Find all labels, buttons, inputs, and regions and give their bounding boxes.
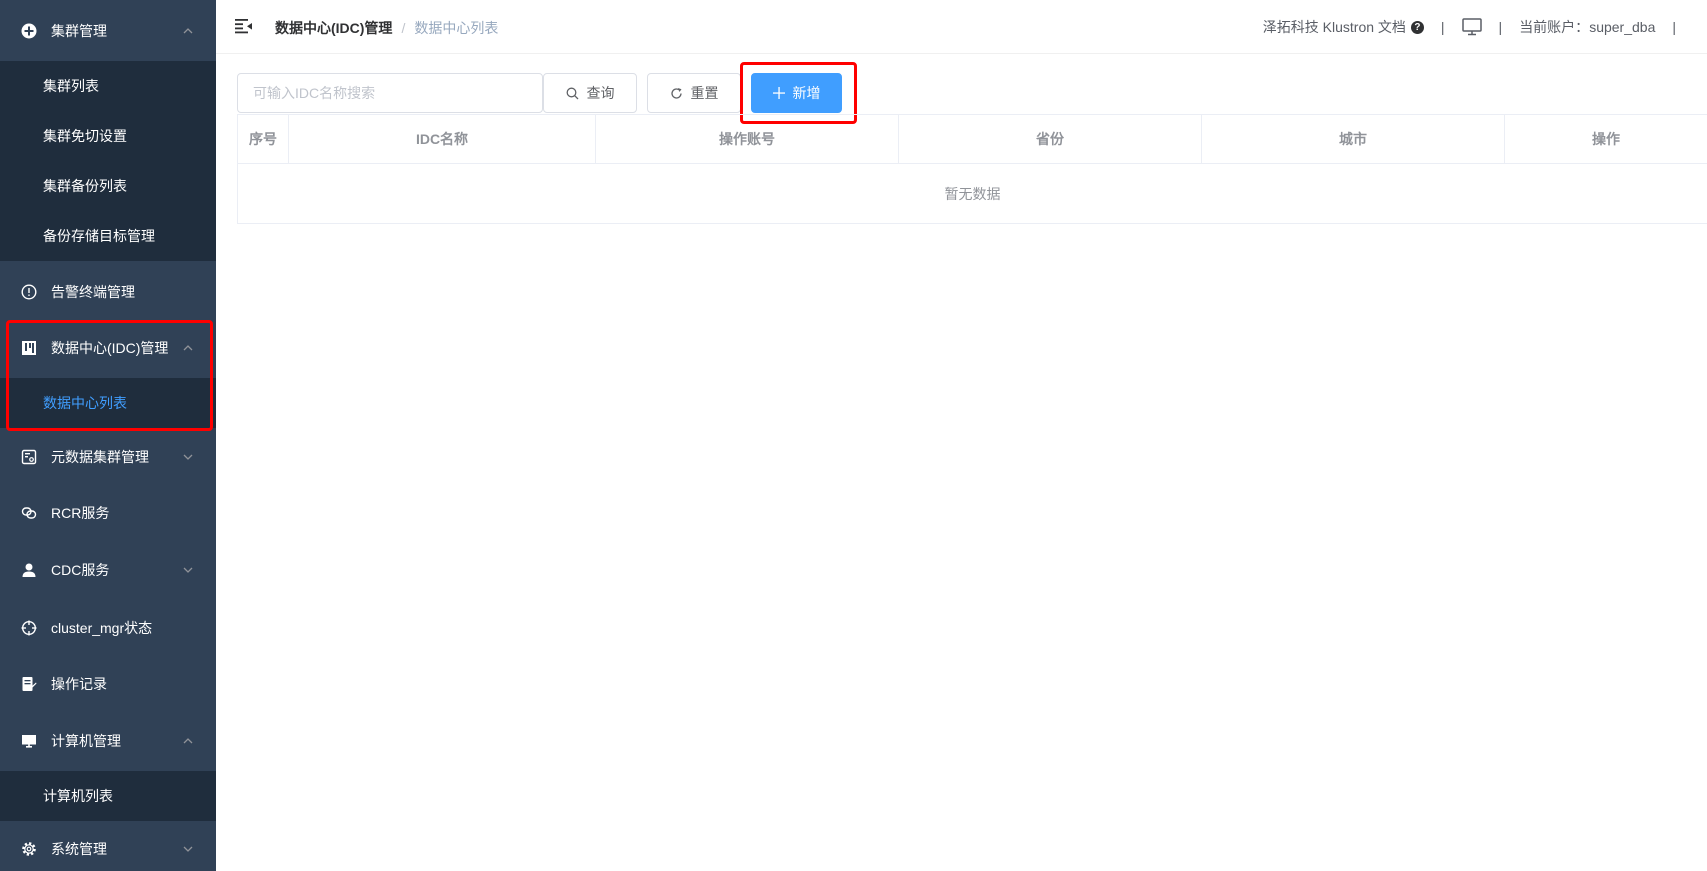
menu-label: cluster_mgr状态: [51, 620, 153, 636]
menu-datacenter-management[interactable]: 数据中心(IDC)管理: [0, 320, 216, 376]
submenu-cluster-backup-list[interactable]: 集群备份列表: [0, 161, 216, 211]
column-header-operator-account: 操作账号: [596, 115, 899, 163]
crosshair-icon: [20, 619, 38, 637]
divider: |: [1672, 19, 1676, 35]
reset-button[interactable]: 重置: [647, 73, 741, 113]
breadcrumb-item-idc-management[interactable]: 数据中心(IDC)管理: [275, 18, 392, 38]
submenu-label: 备份存储目标管理: [43, 228, 155, 244]
table-header: 序号 IDC名称 操作账号 省份 城市 操作: [238, 115, 1707, 164]
rcr-link-icon: [20, 504, 38, 522]
docs-link[interactable]: 泽拓科技 Klustron 文档 ?: [1263, 17, 1424, 37]
submenu-computer-list[interactable]: 计算机列表: [0, 771, 216, 821]
menu-rcr-service[interactable]: RCR服务: [0, 485, 216, 541]
breadcrumb: 数据中心(IDC)管理 / 数据中心列表: [275, 18, 498, 38]
empty-text: 暂无数据: [944, 185, 1001, 202]
alert-circle-icon: [20, 283, 38, 301]
header-right: 泽拓科技 Klustron 文档 ? | | 当前账户：super_dba |: [1263, 0, 1707, 54]
menu-operation-records[interactable]: 操作记录: [0, 656, 216, 712]
menu-metadata-cluster[interactable]: 元数据集群管理: [0, 429, 216, 485]
chevron-up-icon: [180, 23, 196, 39]
column-header-idc-name: IDC名称: [289, 115, 596, 163]
submenu-datacenter-list[interactable]: 数据中心列表: [0, 378, 216, 428]
menu-cluster-mgr-status[interactable]: cluster_mgr状态: [0, 600, 216, 656]
monitor-icon: [20, 732, 38, 750]
menu-label: 数据中心(IDC)管理: [51, 340, 169, 356]
submenu-backup-storage-target[interactable]: 备份存储目标管理: [0, 211, 216, 261]
column-header-city: 城市: [1202, 115, 1505, 163]
idc-table: 序号 IDC名称 操作账号 省份 城市 操作 暂无数据: [237, 114, 1707, 224]
column-header-province: 省份: [899, 115, 1202, 163]
monitor-icon[interactable]: [1461, 18, 1482, 36]
document-edit-icon: [20, 675, 38, 693]
submenu-label: 数据中心列表: [43, 395, 127, 411]
submenu-label: 计算机列表: [43, 788, 113, 804]
add-button[interactable]: 新增: [751, 73, 842, 113]
question-circle-icon: ?: [1410, 20, 1424, 34]
column-header-actions: 操作: [1592, 131, 1620, 147]
account-name: super_dba: [1589, 19, 1656, 35]
table-empty-state: 暂无数据: [238, 164, 1707, 224]
docs-link-label: 泽拓科技 Klustron 文档: [1262, 19, 1406, 35]
menu-cdc-service[interactable]: CDC服务: [0, 542, 216, 598]
menu-computer-management[interactable]: 计算机管理: [0, 713, 216, 769]
plus-icon: [772, 87, 785, 99]
metadata-icon: [20, 448, 38, 466]
submenu-label: 集群列表: [43, 78, 99, 94]
datacenter-icon: [20, 339, 38, 357]
submenu-label: 集群免切设置: [43, 128, 127, 144]
menu-alert-terminal[interactable]: 告警终端管理: [0, 264, 216, 320]
breadcrumb-item-current: 数据中心列表: [414, 20, 499, 36]
search-icon: [566, 87, 579, 100]
divider: |: [1440, 19, 1445, 35]
sidebar: 集群管理 集群列表 集群免切设置 集群备份列表 备份存储目标管理 告警终端管理 …: [0, 0, 216, 871]
menu-system-management[interactable]: 系统管理: [0, 821, 216, 871]
column-header-index: 序号: [238, 115, 289, 163]
menu-label: RCR服务: [51, 505, 110, 521]
breadcrumb-separator: /: [401, 20, 406, 36]
account-label: 当前账户：: [1519, 19, 1590, 35]
chevron-up-icon: [180, 340, 196, 356]
submenu-cluster-list[interactable]: 集群列表: [0, 61, 216, 111]
menu-label: 集群管理: [51, 23, 107, 39]
chevron-up-icon: [180, 733, 196, 749]
plus-circle-icon: [20, 22, 38, 40]
refresh-icon: [670, 87, 683, 100]
menu-label: 告警终端管理: [51, 284, 135, 300]
chevron-down-icon: [180, 841, 196, 857]
query-button-label: 查询: [586, 85, 615, 101]
submenu-label: 集群备份列表: [43, 178, 127, 194]
submenu-cluster-failover-settings[interactable]: 集群免切设置: [0, 111, 216, 161]
idc-search-input[interactable]: [237, 73, 543, 113]
menu-label: 计算机管理: [51, 733, 121, 749]
menu-label: 系统管理: [51, 841, 107, 857]
account-info[interactable]: 当前账户：super_dba: [1519, 17, 1655, 37]
top-navbar: 数据中心(IDC)管理 / 数据中心列表 泽拓科技 Klustron 文档 ? …: [216, 0, 1707, 54]
divider: |: [1498, 19, 1503, 35]
query-button[interactable]: 查询: [543, 73, 637, 113]
add-button-label: 新增: [792, 85, 821, 101]
gear-icon: [20, 840, 38, 858]
menu-label: CDC服务: [51, 562, 110, 578]
user-icon: [20, 561, 38, 579]
chevron-down-icon: [180, 562, 196, 578]
menu-cluster-management[interactable]: 集群管理: [0, 3, 216, 59]
chevron-down-icon: [180, 449, 196, 465]
hamburger-icon[interactable]: [235, 18, 253, 34]
menu-label: 元数据集群管理: [51, 449, 149, 465]
reset-button-label: 重置: [690, 85, 719, 101]
menu-label: 操作记录: [51, 676, 107, 692]
